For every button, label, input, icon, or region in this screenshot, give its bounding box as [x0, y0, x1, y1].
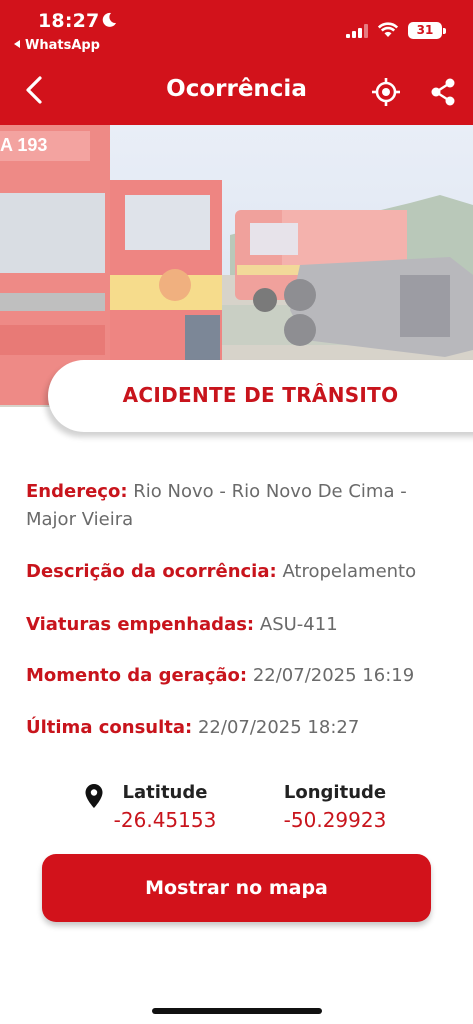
- show-on-map-button[interactable]: Mostrar no mapa: [42, 854, 431, 922]
- field-description: Descrição da ocorrência: Atropelamento: [26, 558, 456, 586]
- battery-icon: 31: [408, 22, 446, 39]
- latitude-value: -26.45153: [113, 808, 217, 832]
- field-value: ASU-411: [259, 614, 338, 635]
- field-generated-at: Momento da geração: 22/07/2025 16:19: [26, 662, 456, 690]
- occurrence-type: ACIDENTE DE TRÂNSITO: [122, 383, 399, 407]
- map-pin-icon: [85, 784, 103, 808]
- field-label: Descrição da ocorrência:: [26, 561, 277, 582]
- field-label: Endereço:: [26, 481, 128, 502]
- moon-icon: [102, 12, 116, 27]
- field-label: Momento da geração:: [26, 665, 248, 686]
- location-target-icon[interactable]: [370, 76, 402, 108]
- longitude-label: Longitude: [283, 782, 387, 803]
- field-address: Endereço: Rio Novo - Rio Novo De Cima - …: [26, 478, 456, 534]
- home-indicator[interactable]: [152, 1008, 322, 1014]
- truck-lettering: A 193: [0, 135, 47, 155]
- field-value: 22/07/2025 18:27: [197, 717, 360, 738]
- field-vehicles: Viaturas empenhadas: ASU-411: [26, 611, 456, 639]
- field-label: Última consulta:: [26, 717, 193, 738]
- field-value: Atropelamento: [282, 561, 417, 582]
- field-value: 22/07/2025 16:19: [252, 665, 415, 686]
- back-triangle-icon: [14, 40, 20, 48]
- field-label: Viaturas empenhadas:: [26, 614, 255, 635]
- back-to-app-link[interactable]: WhatsApp: [14, 38, 100, 53]
- page-title: Ocorrência: [166, 76, 307, 102]
- wifi-icon: [377, 22, 399, 37]
- field-last-query: Última consulta: 22/07/2025 18:27: [26, 714, 456, 742]
- cellular-signal-icon: [346, 24, 368, 38]
- latitude-label: Latitude: [122, 782, 208, 803]
- status-time: 18:27: [38, 10, 100, 32]
- share-icon[interactable]: [428, 76, 458, 108]
- occurrence-type-badge: ACIDENTE DE TRÂNSITO: [48, 360, 473, 432]
- battery-level: 31: [416, 23, 434, 37]
- longitude-value: -50.29923: [283, 808, 387, 832]
- app-header: 18:27 WhatsApp 31 Ocorrência: [0, 0, 473, 125]
- back-app-label: WhatsApp: [25, 38, 100, 53]
- coordinates: Latitude -26.45153 Longitude -50.29923: [0, 778, 473, 838]
